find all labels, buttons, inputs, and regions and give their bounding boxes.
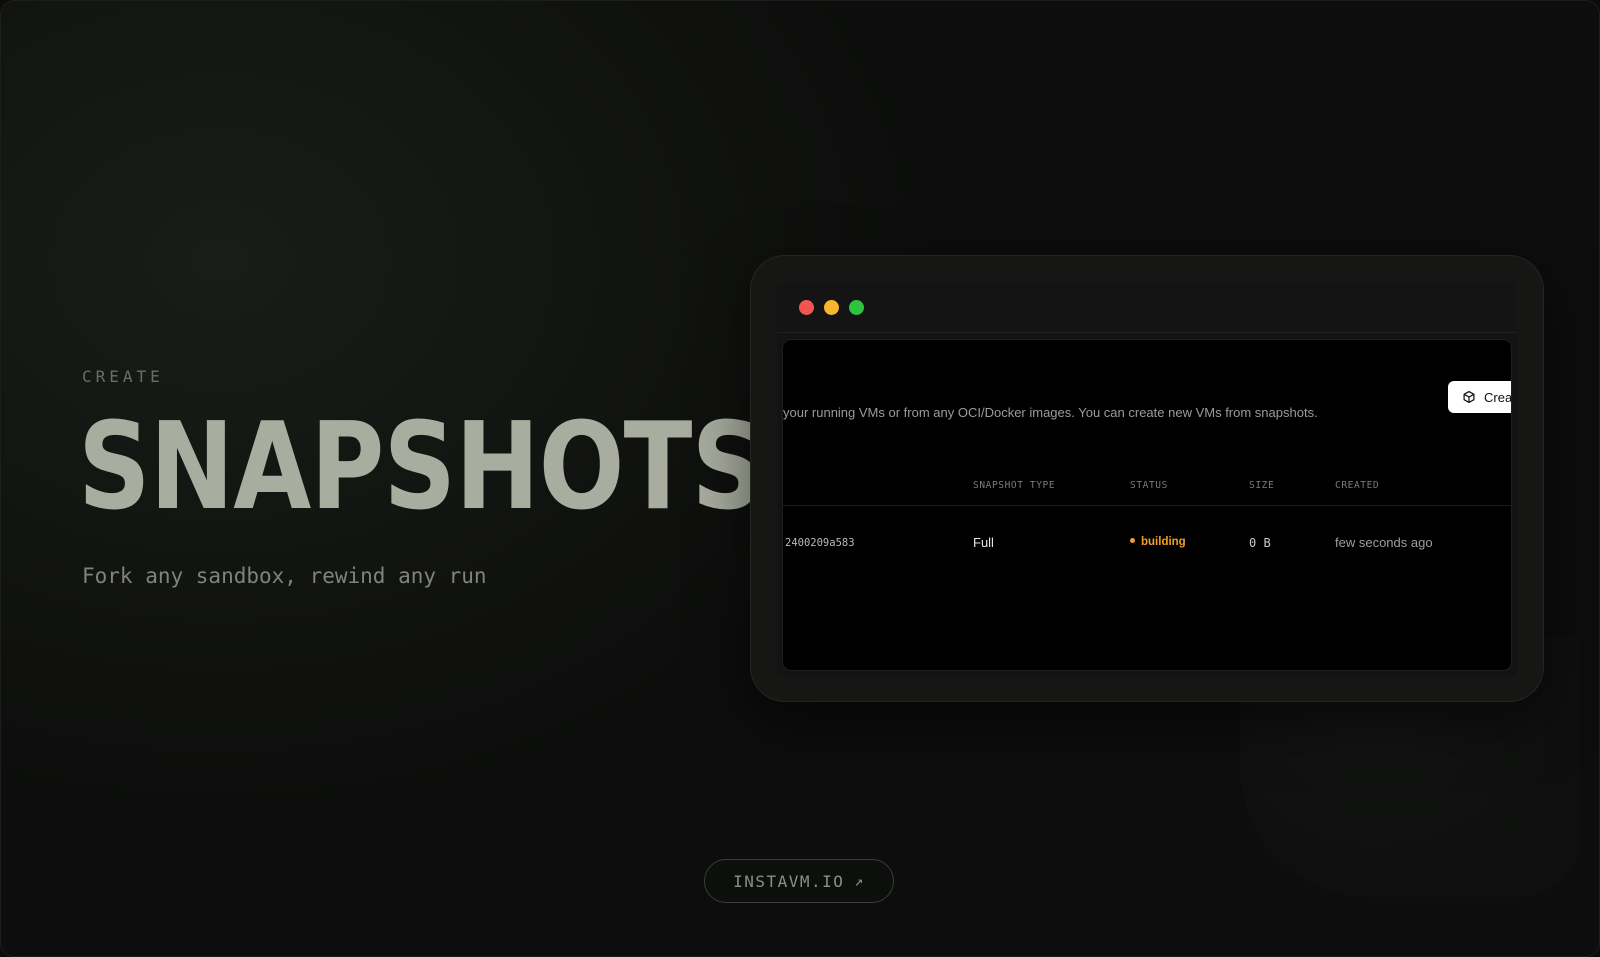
snapshot-id: 2400209a583	[785, 537, 855, 549]
minimize-window-button[interactable]	[824, 300, 839, 315]
snapshot-created: few seconds ago	[1335, 535, 1433, 550]
page-title: SNAPSHOTS	[78, 398, 764, 537]
status-text: building	[1141, 536, 1186, 548]
tagline: Fork any sandbox, rewind any run	[82, 564, 487, 588]
instavm-link[interactable]: INSTAVM.IO ↗	[704, 859, 894, 903]
create-snapshot-label: Crea	[1484, 389, 1511, 405]
create-snapshot-button[interactable]: Crea	[1448, 381, 1511, 413]
snapshot-type: Full	[973, 535, 994, 550]
table-row[interactable]: 2400209a583 Full building 0 B few second…	[783, 535, 1511, 559]
cube-icon	[1463, 390, 1475, 404]
maximize-window-button[interactable]	[849, 300, 864, 315]
close-window-button[interactable]	[799, 300, 814, 315]
panel-description: your running VMs or from any OCI/Docker …	[783, 405, 1318, 420]
page: CREATE SNAPSHOTS Fork any sandbox, rewin…	[0, 0, 1600, 957]
eyebrow-label: CREATE	[82, 367, 164, 386]
table-header: SNAPSHOT TYPE STATUS SIZE CREATED	[783, 480, 1511, 506]
column-header-created[interactable]: CREATED	[1335, 480, 1379, 491]
snapshot-size: 0 B	[1249, 536, 1271, 550]
app-window: your running VMs or from any OCI/Docker …	[777, 282, 1517, 676]
arrow-up-right-icon: ↗	[854, 872, 865, 890]
column-header-size[interactable]: SIZE	[1249, 480, 1274, 491]
snapshots-panel: your running VMs or from any OCI/Docker …	[783, 340, 1511, 670]
column-header-status[interactable]: STATUS	[1130, 480, 1168, 491]
status-badge: building	[1130, 536, 1186, 548]
device-frame: your running VMs or from any OCI/Docker …	[751, 256, 1543, 701]
window-titlebar	[777, 282, 1517, 333]
status-dot-icon	[1130, 538, 1135, 544]
instavm-link-label: INSTAVM.IO	[733, 871, 845, 891]
column-header-snapshot-type[interactable]: SNAPSHOT TYPE	[973, 480, 1055, 491]
